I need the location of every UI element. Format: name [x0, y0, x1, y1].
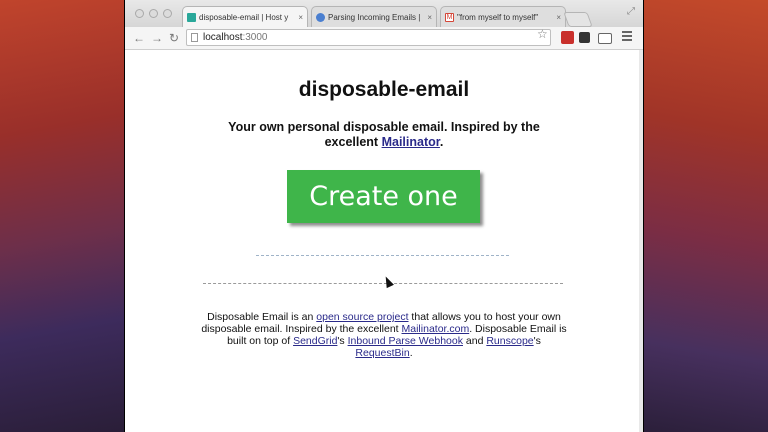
mouse-cursor-icon	[382, 274, 394, 289]
footer-text: .	[409, 347, 413, 359]
tab-close-icon[interactable]: ×	[427, 13, 432, 22]
title-bar: disposable-email | Host y × Parsing Inco…	[125, 0, 643, 27]
page-icon	[191, 33, 198, 42]
desktop-background-right	[644, 0, 768, 432]
mailinator-link[interactable]: Mailinator	[382, 135, 440, 149]
desktop-background-left	[0, 0, 124, 432]
tab-label: "from myself to myself"	[457, 12, 539, 22]
minimize-window-button[interactable]	[149, 9, 158, 18]
address-port: :3000	[242, 32, 268, 43]
bookmark-star-icon[interactable]: ☆	[537, 27, 548, 41]
new-tab-button[interactable]	[563, 12, 593, 27]
divider-long	[203, 283, 563, 284]
tab-favicon-icon	[187, 12, 196, 22]
tab-label: disposable-email | Host y	[199, 12, 289, 22]
browser-window: disposable-email | Host y × Parsing Inco…	[125, 0, 643, 432]
cast-icon[interactable]	[598, 33, 612, 44]
tab-favicon-icon	[316, 12, 325, 22]
tagline: Your own personal disposable email. Insp…	[215, 120, 553, 150]
close-window-button[interactable]	[135, 9, 144, 18]
footer-text: 's	[337, 335, 348, 347]
tab-parsing-incoming-emails[interactable]: Parsing Incoming Emails | ×	[311, 6, 437, 27]
sendgrid-link[interactable]: SendGrid	[293, 335, 337, 347]
extension-red-icon[interactable]	[561, 31, 574, 44]
browser-toolbar: ← → ↻ localhost:3000 ☆	[125, 27, 643, 50]
tab-close-icon[interactable]: ×	[556, 13, 561, 22]
address-host: localhost	[203, 32, 243, 43]
tab-gmail[interactable]: M "from myself to myself" ×	[440, 6, 566, 27]
inbound-parse-webhook-link[interactable]: Inbound Parse Webhook	[348, 335, 463, 347]
requestbin-link[interactable]: RequestBin	[355, 347, 409, 359]
tab-close-icon[interactable]: ×	[298, 13, 303, 22]
menu-icon[interactable]	[622, 31, 632, 43]
forward-icon[interactable]: →	[151, 30, 163, 46]
footer-text: and	[462, 335, 487, 347]
extension-stack-icon[interactable]	[579, 32, 590, 43]
page-title: disposable-email	[298, 78, 470, 101]
gmail-icon: M	[445, 12, 454, 22]
tagline-end: .	[439, 135, 444, 149]
reload-icon[interactable]: ↻	[169, 30, 179, 46]
create-one-button[interactable]: Create one	[287, 170, 480, 223]
divider-short	[256, 255, 509, 256]
footer-text: 's	[533, 335, 541, 347]
tab-disposable-email[interactable]: disposable-email | Host y ×	[182, 6, 308, 27]
zoom-window-button[interactable]	[163, 9, 172, 18]
tab-label: Parsing Incoming Emails |	[328, 12, 421, 22]
fullscreen-icon[interactable]: ⤢	[627, 6, 635, 17]
scrollbar[interactable]	[639, 50, 643, 432]
footer-text: Disposable Email is an	[207, 311, 317, 323]
back-icon[interactable]: ←	[133, 30, 145, 46]
open-source-project-link[interactable]: open source project	[316, 311, 408, 323]
page-content: disposable-email Your own personal dispo…	[125, 50, 643, 432]
mailinator-com-link[interactable]: Mailinator.com	[402, 323, 470, 335]
runscope-link[interactable]: Runscope	[486, 335, 533, 347]
footer-description: Disposable Email is an open source proje…	[200, 311, 568, 359]
address-bar[interactable]: localhost:3000	[186, 29, 551, 46]
